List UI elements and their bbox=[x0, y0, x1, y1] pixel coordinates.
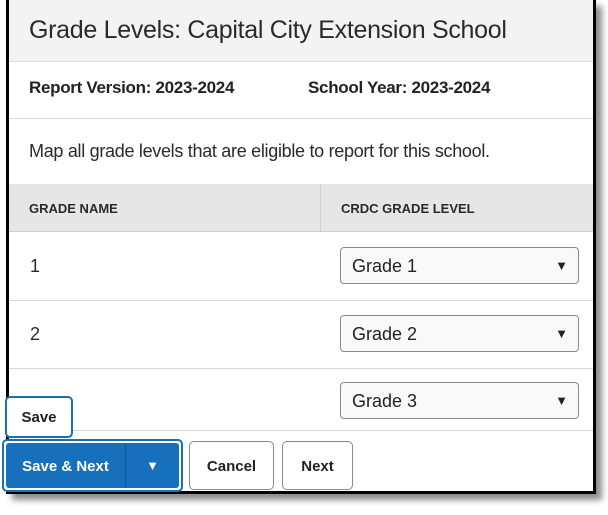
selected-value: Grade 3 bbox=[352, 391, 418, 411]
selected-value: Grade 1 bbox=[352, 256, 418, 276]
selected-value: Grade 2 bbox=[352, 324, 418, 344]
next-button[interactable]: Next bbox=[282, 441, 353, 490]
cancel-button[interactable]: Cancel bbox=[189, 441, 274, 490]
grade-name: 2 bbox=[30, 324, 41, 344]
column-divider bbox=[320, 184, 321, 231]
save-next-split-button: Save & Next ▼ bbox=[2, 439, 183, 492]
column-header-grade-name: GRADE NAME bbox=[29, 201, 118, 216]
instructions-text: Map all grade levels that are eligible t… bbox=[29, 141, 490, 161]
save-button[interactable]: Save bbox=[5, 396, 73, 438]
save-next-label: Save & Next bbox=[22, 458, 109, 475]
chevron-down-icon: ▼ bbox=[555, 258, 568, 273]
table-row: 1 Grade 1 ▼ bbox=[9, 232, 593, 301]
cancel-button-label: Cancel bbox=[206, 458, 257, 475]
chevron-down-icon: ▼ bbox=[146, 458, 159, 473]
table-header: GRADE NAME CRDC GRADE LEVEL bbox=[9, 184, 593, 232]
chevron-down-icon: ▼ bbox=[555, 393, 568, 408]
crdc-grade-level-select[interactable]: Grade 1 ▼ bbox=[340, 247, 579, 284]
panel-header: Grade Levels: Capital City Extension Sch… bbox=[9, 0, 593, 62]
report-meta: Report Version: 2023-2024 School Year: 2… bbox=[9, 62, 593, 119]
save-button-label: Save bbox=[21, 409, 57, 426]
page-title: Grade Levels: Capital City Extension Sch… bbox=[29, 16, 507, 44]
next-button-label: Next bbox=[301, 458, 334, 475]
crdc-grade-level-select[interactable]: Grade 3 ▼ bbox=[340, 382, 579, 419]
save-options-dropdown-button[interactable]: ▼ bbox=[126, 443, 179, 488]
table-row: 2 Grade 2 ▼ bbox=[9, 300, 593, 369]
school-year: School Year: 2023-2024 bbox=[308, 78, 491, 97]
save-next-button[interactable]: Save & Next bbox=[6, 443, 126, 488]
report-version: Report Version: 2023-2024 bbox=[29, 78, 235, 97]
crdc-grade-level-select[interactable]: Grade 2 ▼ bbox=[340, 315, 579, 352]
chevron-down-icon: ▼ bbox=[555, 326, 568, 341]
grade-name: 1 bbox=[30, 256, 41, 276]
table-row: Grade 3 ▼ bbox=[9, 368, 593, 431]
grade-levels-panel: Grade Levels: Capital City Extension Sch… bbox=[6, 0, 596, 494]
column-header-crdc-grade-level: CRDC GRADE LEVEL bbox=[341, 201, 475, 216]
